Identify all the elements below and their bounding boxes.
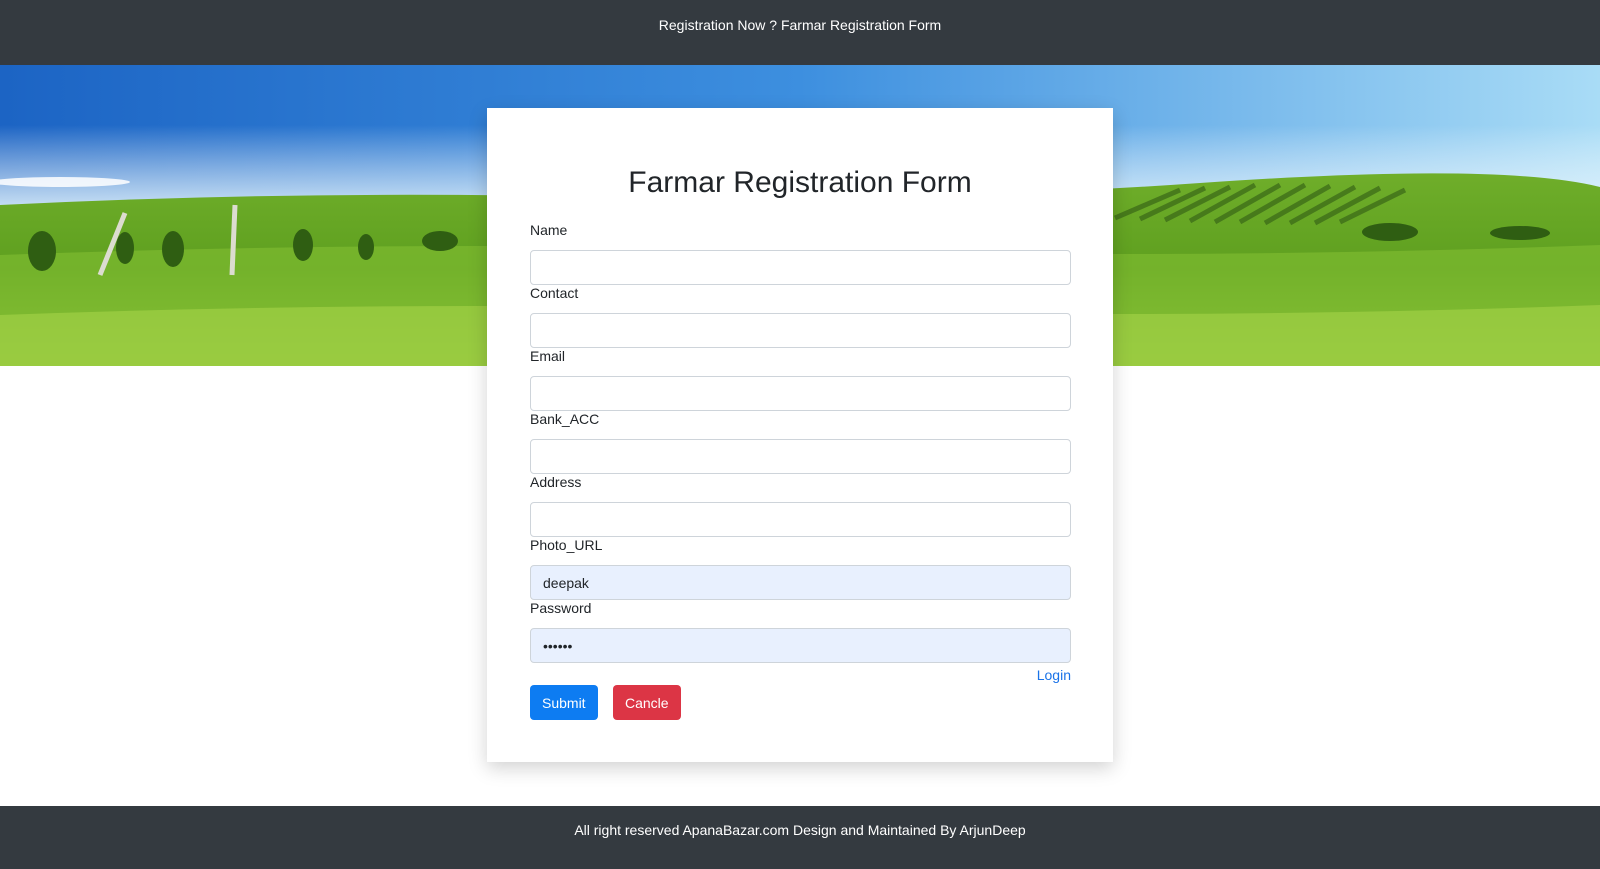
page-footer: All right reserved ApanaBazar.com Design… (0, 806, 1600, 869)
bank-acc-input[interactable] (530, 439, 1071, 474)
email-label: Email (530, 348, 566, 364)
address-input[interactable] (530, 502, 1071, 537)
password-input[interactable] (530, 628, 1071, 663)
login-link[interactable]: Login (1037, 667, 1071, 683)
registration-form-card: Farmar Registration Form Name Contact Em… (487, 108, 1113, 762)
photo-url-label: Photo_URL (530, 537, 603, 553)
name-label: Name (530, 222, 568, 238)
contact-input[interactable] (530, 313, 1071, 348)
submit-button[interactable]: Submit (530, 685, 598, 720)
name-input[interactable] (530, 250, 1071, 285)
cancel-button[interactable]: Cancle (613, 685, 681, 720)
bank-acc-label: Bank_ACC (530, 411, 600, 427)
top-navbar: Registration Now ? Farmar Registration F… (0, 0, 1600, 65)
address-label: Address (530, 474, 582, 490)
footer-text: All right reserved ApanaBazar.com Design… (574, 822, 1026, 838)
email-input[interactable] (530, 376, 1071, 411)
password-label: Password (530, 600, 592, 616)
header-title: Registration Now ? Farmar Registration F… (658, 17, 942, 33)
form-title: Farmar Registration Form (628, 166, 972, 199)
contact-label: Contact (530, 285, 579, 301)
photo-url-input[interactable] (530, 565, 1071, 600)
